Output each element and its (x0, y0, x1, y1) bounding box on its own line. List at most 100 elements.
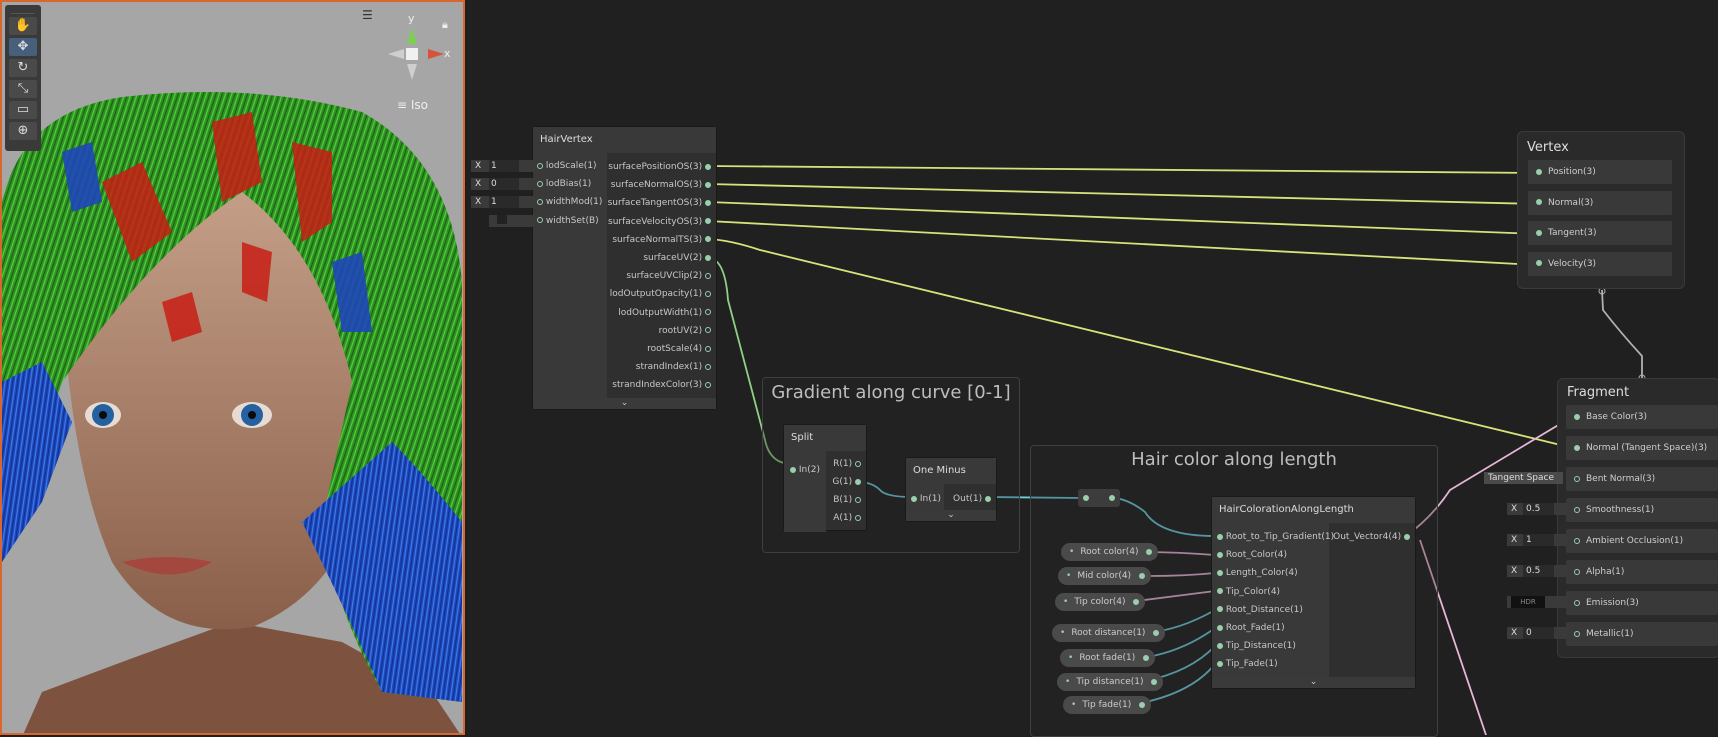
port-in[interactable]: Tip_Fade(1) (1217, 658, 1278, 670)
port-dot-icon[interactable] (537, 162, 543, 169)
port-out[interactable]: Out(1) (953, 493, 991, 505)
port-out[interactable]: R(1) (833, 458, 861, 470)
input-field[interactable] (489, 214, 535, 227)
port-in[interactable]: Root_Fade(1) (1217, 622, 1285, 634)
port-in[interactable]: widthMod(1) (537, 196, 602, 208)
input-value[interactable]: 1 (489, 196, 519, 209)
move-tool-icon[interactable]: ✥ (9, 38, 37, 56)
port-dot-icon[interactable] (1536, 260, 1542, 266)
input-value[interactable]: 0 (489, 178, 519, 191)
input-value[interactable]: 0.5 (1523, 565, 1554, 577)
port-dot-icon[interactable] (1143, 654, 1150, 661)
input-field[interactable]: X0 (471, 178, 535, 191)
fragment-slot[interactable]: Metallic(1) (1566, 622, 1718, 646)
port-in[interactable]: Root_Color(4) (1217, 549, 1287, 561)
vertex-slot[interactable]: Normal(3) (1528, 190, 1672, 215)
port-out[interactable]: strandIndexColor(3) (612, 379, 711, 391)
port-out[interactable]: A(1) (833, 512, 861, 524)
port-dot-icon[interactable] (705, 290, 711, 297)
port-dot-icon[interactable] (1574, 413, 1580, 420)
port-out[interactable]: surfaceUV(2) (643, 252, 711, 264)
input-value[interactable]: 0 (1523, 627, 1554, 639)
port-dot-icon[interactable] (1146, 548, 1153, 555)
property-node[interactable]: • Tip color(4) (1055, 593, 1146, 611)
port-dot-icon[interactable] (1217, 660, 1223, 667)
port-out[interactable]: lodOutputOpacity(1) (610, 288, 711, 300)
port-dot-icon[interactable] (1574, 599, 1580, 606)
checkbox[interactable] (497, 214, 507, 224)
hdr-swatch[interactable]: HDR (1511, 596, 1545, 608)
fragment-slot[interactable]: Smoothness(1) (1566, 498, 1718, 522)
port-dot-icon[interactable] (1536, 229, 1542, 236)
port-dot-icon[interactable] (1217, 642, 1223, 649)
expand-node-icon[interactable]: ⌄ (906, 510, 996, 521)
fragment-slot[interactable]: Bent Normal(3) (1566, 467, 1718, 491)
port-in[interactable]: In(1) (911, 493, 941, 505)
port-in[interactable]: Tip_Color(4) (1217, 586, 1280, 598)
port-dot-icon[interactable] (705, 363, 711, 370)
rect-tool-icon[interactable]: ▭ (9, 101, 37, 119)
port-dot-icon[interactable] (705, 199, 711, 206)
fragment-slot[interactable]: Emission(3) (1566, 591, 1718, 615)
port-in[interactable]: Root_to_Tip_Gradient(1) (1217, 531, 1334, 543)
port-dot-icon[interactable] (1217, 533, 1223, 540)
port-in[interactable]: Length_Color(4) (1217, 567, 1298, 579)
port-out[interactable]: surfaceNormalTS(3) (612, 234, 711, 246)
property-node[interactable]: • Root distance(1) (1052, 624, 1166, 642)
toolbar-grip[interactable] (11, 5, 35, 14)
port-in[interactable]: lodBias(1) (537, 178, 591, 190)
scale-tool-icon[interactable]: ⤡ (9, 80, 37, 98)
port-in[interactable]: lodScale(1) (537, 160, 597, 172)
fragment-input-field[interactable]: X1 (1507, 534, 1567, 546)
node-split[interactable]: Split In(2) R(1) G(1) B(1) A(1) (783, 424, 867, 532)
expand-node-icon[interactable]: ⌄ (533, 398, 716, 409)
vertex-slot[interactable]: Velocity(3) (1528, 251, 1672, 276)
port-dot-icon[interactable] (1536, 168, 1542, 175)
port-dot-icon[interactable] (705, 272, 711, 279)
node-vertex-context[interactable]: Vertex Position(3) Normal(3) Tangent(3) Vel… (1517, 131, 1685, 289)
lock-icon[interactable]: 🔒︎ (442, 18, 448, 32)
port-in[interactable]: Tip_Distance(1) (1217, 640, 1296, 652)
fragment-slot[interactable]: Normal (Tangent Space)(3) (1566, 436, 1718, 460)
port-out[interactable]: rootUV(2) (659, 325, 711, 337)
port-out[interactable]: strandIndex(1) (636, 361, 711, 373)
port-dot-icon[interactable] (705, 254, 711, 261)
port-dot-icon[interactable] (855, 496, 861, 503)
port-in[interactable]: Root_Distance(1) (1217, 604, 1303, 616)
port-dot-icon[interactable] (537, 180, 543, 187)
port-dot-icon[interactable] (855, 478, 861, 485)
port-dot-icon[interactable] (705, 236, 711, 243)
property-node[interactable]: • Root color(4) (1061, 543, 1159, 561)
port-in[interactable]: widthSet(B) (537, 215, 599, 227)
vertex-slot[interactable]: Position(3) (1528, 160, 1672, 184)
port-in[interactable]: In(2) (790, 464, 820, 476)
port-out[interactable]: surfaceVelocityOS(3) (608, 216, 711, 228)
port-dot-icon[interactable] (1217, 588, 1223, 595)
space-dropdown[interactable]: Tangent Space (1484, 472, 1563, 484)
port-out[interactable]: lodOutputWidth(1) (618, 307, 711, 319)
input-value[interactable]: 0.5 (1523, 503, 1554, 515)
port-dot-icon[interactable] (1574, 475, 1580, 482)
port-dot-icon[interactable] (705, 327, 711, 334)
port-out[interactable]: Out_Vector4(4) (1333, 531, 1410, 543)
port-out[interactable]: surfacePositionOS(3) (608, 161, 711, 173)
fragment-slot[interactable]: Base Color(3) (1566, 405, 1718, 429)
port-dot-icon[interactable] (1133, 598, 1140, 605)
port-dot-icon[interactable] (1574, 630, 1580, 637)
input-field[interactable]: X1 (471, 160, 535, 172)
hand-tool-icon[interactable]: ✋ (9, 17, 37, 35)
property-node[interactable]: • Tip distance(1) (1057, 673, 1164, 691)
port-dot-icon[interactable] (1574, 444, 1580, 451)
rotate-tool-icon[interactable]: ↻ (9, 59, 37, 77)
vertex-slot[interactable]: Tangent(3) (1528, 221, 1672, 245)
port-out[interactable]: rootScale(4) (647, 343, 711, 355)
port-dot-icon[interactable] (1217, 551, 1223, 558)
port-dot-icon[interactable] (705, 163, 711, 170)
port-dot-icon[interactable] (1153, 629, 1160, 636)
emission-color-field[interactable]: HDR (1507, 596, 1567, 608)
port-out[interactable]: G(1) (832, 476, 861, 488)
port-out[interactable]: surfaceTangentOS(3) (608, 197, 711, 209)
port-dot-icon[interactable] (1574, 537, 1580, 544)
node-hair-coloration-along-length[interactable]: HairColorationAlongLength Root_to_Tip_Gr… (1211, 496, 1416, 689)
transform-tool-icon[interactable]: ⊕ (9, 122, 37, 140)
